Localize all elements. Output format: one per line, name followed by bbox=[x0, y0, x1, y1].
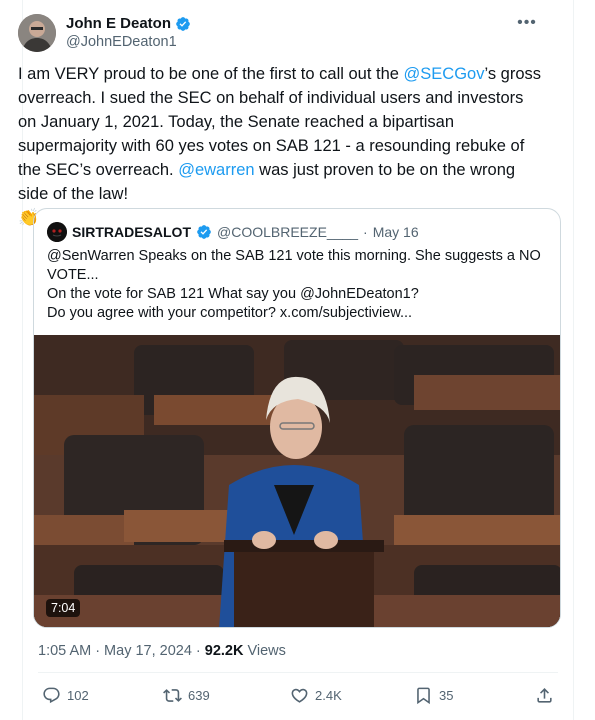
repost-icon bbox=[163, 689, 182, 702]
views-count[interactable]: 92.2K bbox=[205, 643, 244, 659]
tweet-meta: 1:05 AM · May 17, 2024 · 92.2K Views bbox=[38, 643, 286, 659]
reply-icon bbox=[43, 687, 60, 704]
tweet-time[interactable]: 1:05 AM bbox=[38, 643, 91, 659]
share-icon bbox=[537, 688, 552, 703]
bookmark-count: 35 bbox=[439, 688, 454, 703]
tweet-text: I am VERY proud to be one of the first t… bbox=[18, 62, 546, 230]
mention-ewarren-link[interactable]: @ewarren bbox=[178, 161, 254, 179]
author-handle[interactable]: @JohnEDeaton1 bbox=[66, 34, 177, 50]
more-icon[interactable]: ••• bbox=[516, 14, 538, 34]
author-name[interactable]: John E Deaton bbox=[66, 15, 171, 32]
like-button[interactable]: 2.4K bbox=[290, 686, 342, 705]
video-duration: 7:04 bbox=[46, 599, 81, 617]
views-label: Views bbox=[247, 643, 286, 659]
reply-count: 102 bbox=[67, 688, 89, 703]
quote-text-line: @SenWarren Speaks on the SAB 121 vote th… bbox=[47, 248, 541, 283]
author-name-row: John E Deaton bbox=[66, 15, 191, 32]
action-bar: 102 639 2.4K 35 bbox=[38, 686, 558, 710]
tweet-date[interactable]: May 17, 2024 bbox=[104, 643, 192, 659]
repost-count: 639 bbox=[188, 688, 210, 703]
separator-dot: · bbox=[195, 643, 201, 659]
separator-dot: · bbox=[363, 224, 368, 240]
mention-secgov-link[interactable]: @SECGov bbox=[404, 65, 485, 83]
bookmark-icon bbox=[417, 687, 430, 705]
quote-text: @SenWarren Speaks on the SAB 121 vote th… bbox=[47, 247, 547, 323]
verified-icon bbox=[197, 225, 211, 239]
quote-author-name[interactable]: SIRTRADESALOT bbox=[72, 224, 191, 240]
video-frame-image bbox=[34, 335, 560, 627]
verified-icon bbox=[176, 16, 190, 31]
bookmark-button[interactable]: 35 bbox=[414, 686, 453, 705]
author-avatar[interactable] bbox=[18, 14, 56, 52]
quote-text-line: On the vote for SAB 121 What say you @Jo… bbox=[47, 286, 419, 302]
video-thumbnail[interactable]: 7:04 bbox=[34, 335, 560, 627]
quote-author-handle[interactable]: @COOLBREEZE____ bbox=[217, 224, 358, 240]
separator-dot: · bbox=[95, 643, 101, 659]
share-button[interactable] bbox=[535, 686, 554, 705]
repost-button[interactable]: 639 bbox=[163, 686, 210, 705]
quote-author-avatar[interactable] bbox=[47, 222, 67, 242]
quote-date[interactable]: May 16 bbox=[373, 224, 419, 240]
like-count: 2.4K bbox=[315, 688, 342, 703]
quote-header: SIRTRADESALOT @COOLBREEZE____ · May 16 bbox=[47, 222, 419, 242]
like-icon bbox=[291, 688, 308, 703]
tweet-header: John E Deaton @JohnEDeaton1 ••• bbox=[18, 14, 538, 54]
quoted-tweet[interactable]: SIRTRADESALOT @COOLBREEZE____ · May 16 @… bbox=[33, 208, 561, 628]
quote-text-line: Do you agree with your competitor? x.com… bbox=[47, 305, 413, 321]
tweet-text-segment: I am VERY proud to be one of the first t… bbox=[18, 65, 404, 83]
divider bbox=[38, 672, 558, 673]
reply-button[interactable]: 102 bbox=[42, 686, 89, 705]
